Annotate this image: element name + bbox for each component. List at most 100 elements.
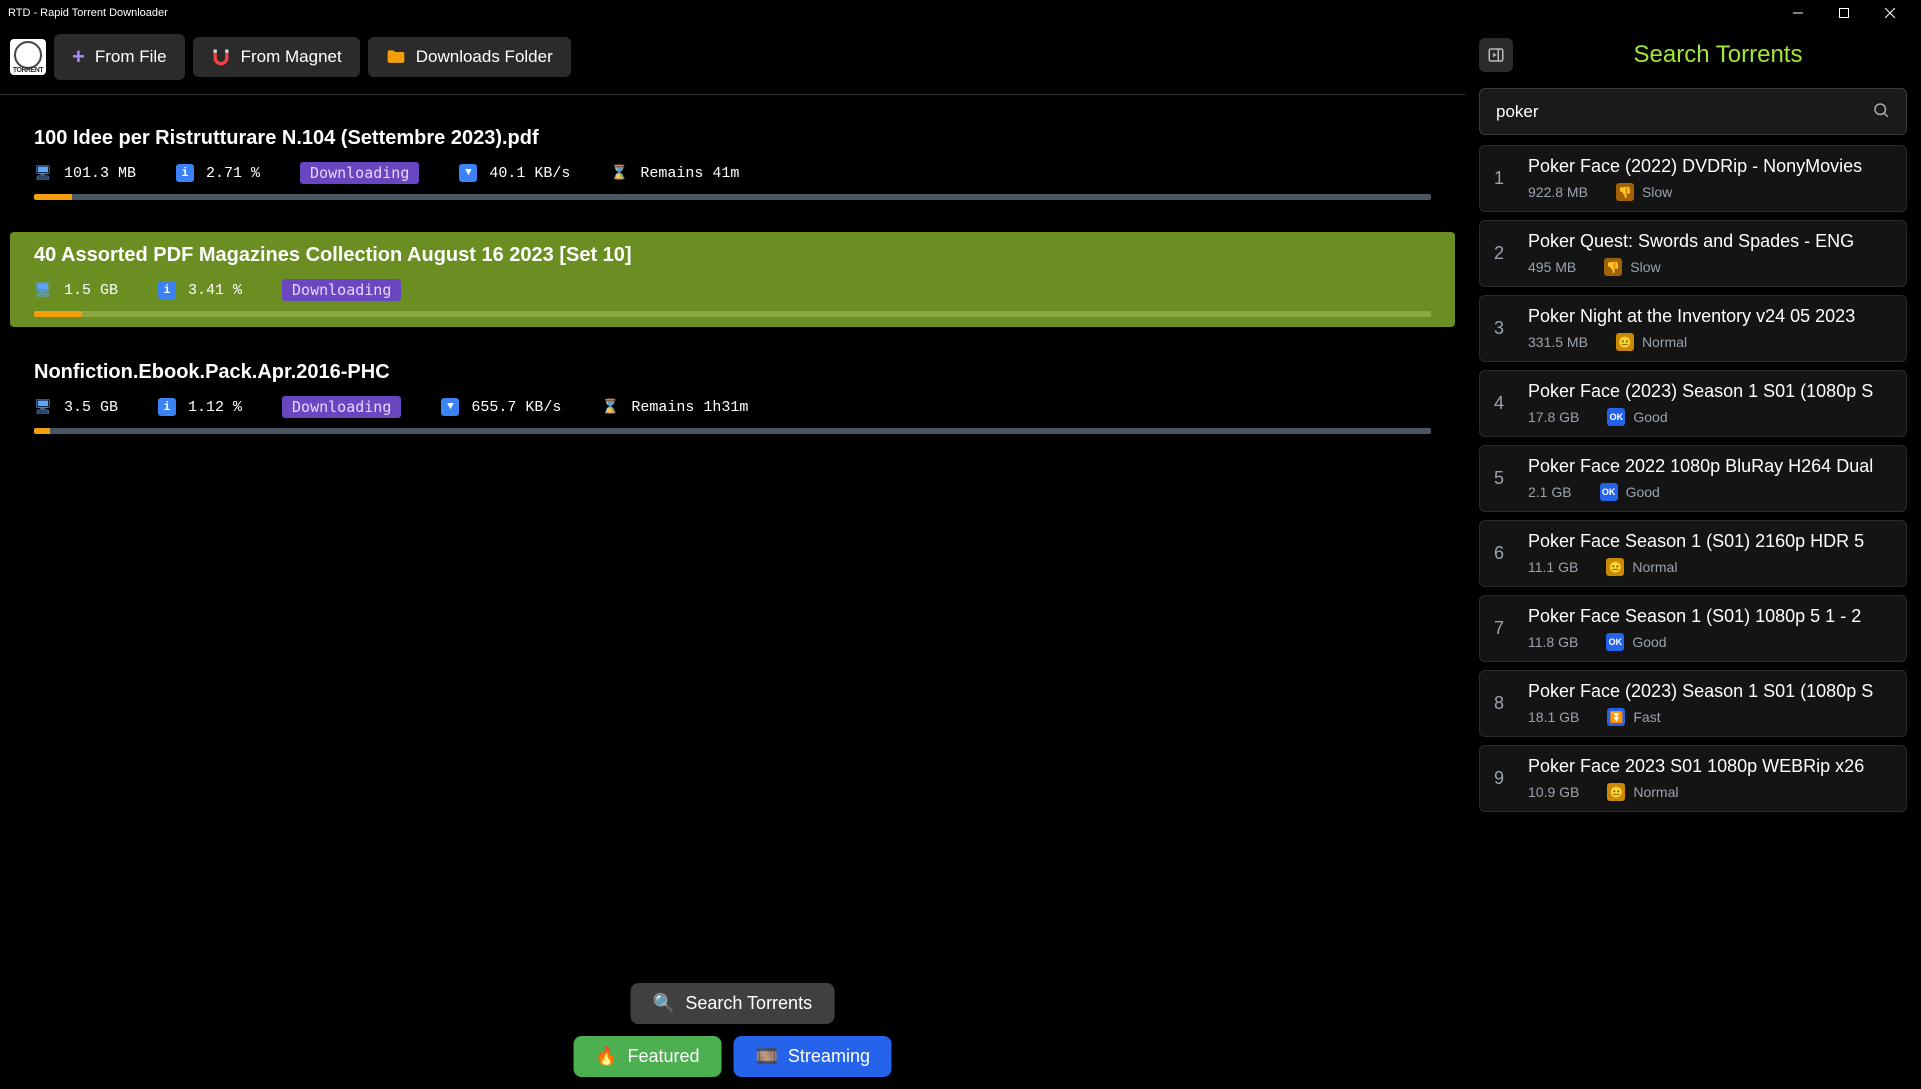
app-logo: TORRENT (10, 39, 46, 75)
featured-button[interactable]: 🔥 Featured (573, 1036, 721, 1077)
result-body: Poker Face 2022 1080p BluRay H264 Dual 2… (1528, 456, 1892, 501)
result-size: 2.1 GB (1528, 484, 1572, 500)
result-index: 6 (1494, 543, 1510, 564)
result-meta: 331.5 MB 😐 Normal (1528, 333, 1892, 351)
result-speed: ⏬ Fast (1607, 708, 1660, 726)
result-index: 1 (1494, 168, 1510, 189)
search-torrents-label: Search Torrents (685, 993, 812, 1014)
result-size: 331.5 MB (1528, 334, 1588, 350)
maximize-button[interactable] (1821, 0, 1867, 26)
result-body: Poker Face (2022) DVDRip - NonyMovies 92… (1528, 156, 1892, 201)
result-speed: 😐 Normal (1606, 558, 1677, 576)
search-torrents-button[interactable]: 🔍 Search Torrents (631, 983, 834, 1024)
result-title: Poker Face Season 1 (S01) 1080p 5 1 - 2 (1528, 606, 1892, 627)
streaming-button[interactable]: 🎞️ Streaming (734, 1036, 892, 1077)
search-results: 1 Poker Face (2022) DVDRip - NonyMovies … (1479, 145, 1907, 812)
from-file-button[interactable]: + From File (54, 34, 185, 80)
result-body: Poker Face Season 1 (S01) 2160p HDR 5 11… (1528, 531, 1892, 576)
featured-label: Featured (627, 1046, 699, 1067)
speed-icon: 👎 (1604, 258, 1622, 276)
magnet-icon (211, 47, 231, 67)
result-size: 18.1 GB (1528, 709, 1579, 725)
close-button[interactable] (1867, 0, 1913, 26)
result-body: Poker Face Season 1 (S01) 1080p 5 1 - 2 … (1528, 606, 1892, 651)
result-size: 10.9 GB (1528, 784, 1579, 800)
download-stats: 🖥 3.5 GB i 1.12 % Downloading ▼ 655.7 KB… (34, 396, 1431, 418)
disk-icon: 🖥 (34, 398, 52, 416)
download-item[interactable]: 40 Assorted PDF Magazines Collection Aug… (10, 232, 1455, 327)
from-magnet-button[interactable]: From Magnet (193, 37, 360, 77)
magnifier-icon: 🔍 (653, 993, 675, 1014)
progress-fill (34, 194, 72, 200)
result-body: Poker Quest: Swords and Spades - ENG 495… (1528, 231, 1892, 276)
collapse-panel-button[interactable] (1479, 38, 1513, 72)
folder-icon (386, 47, 406, 67)
result-speed: 👎 Slow (1604, 258, 1660, 276)
downloads-folder-button[interactable]: Downloads Folder (368, 37, 571, 77)
result-body: Poker Face (2023) Season 1 S01 (1080p S … (1528, 381, 1892, 426)
minimize-button[interactable] (1775, 0, 1821, 26)
search-result-item[interactable]: 7 Poker Face Season 1 (S01) 1080p 5 1 - … (1479, 595, 1907, 662)
download-remaining: ⌛ Remains 1h31m (601, 398, 748, 416)
result-meta: 10.9 GB 😐 Normal (1528, 783, 1892, 801)
result-index: 8 (1494, 693, 1510, 714)
download-percent: i 1.12 % (158, 398, 242, 416)
result-meta: 17.8 GB OK Good (1528, 408, 1892, 426)
result-speed: 👎 Slow (1616, 183, 1672, 201)
result-index: 7 (1494, 618, 1510, 639)
search-result-item[interactable]: 4 Poker Face (2023) Season 1 S01 (1080p … (1479, 370, 1907, 437)
speed-icon: 👎 (1616, 183, 1634, 201)
download-size: 🖥 3.5 GB (34, 398, 118, 416)
result-size: 495 MB (1528, 259, 1576, 275)
result-title: Poker Face (2023) Season 1 S01 (1080p S (1528, 381, 1892, 402)
speed-icon: OK (1600, 483, 1618, 501)
search-input[interactable] (1496, 102, 1872, 122)
search-result-item[interactable]: 1 Poker Face (2022) DVDRip - NonyMovies … (1479, 145, 1907, 212)
result-title: Poker Face Season 1 (S01) 2160p HDR 5 (1528, 531, 1892, 552)
search-box (1479, 88, 1907, 135)
download-item[interactable]: 100 Idee per Ristrutturare N.104 (Settem… (10, 115, 1455, 210)
search-submit-button[interactable] (1872, 101, 1890, 122)
search-result-item[interactable]: 5 Poker Face 2022 1080p BluRay H264 Dual… (1479, 445, 1907, 512)
result-index: 5 (1494, 468, 1510, 489)
downloads-list: 100 Idee per Ristrutturare N.104 (Settem… (0, 95, 1465, 1089)
search-result-item[interactable]: 3 Poker Night at the Inventory v24 05 20… (1479, 295, 1907, 362)
speed-icon: 😐 (1607, 783, 1625, 801)
download-percent: i 3.41 % (158, 281, 242, 299)
downloads-panel: TORRENT + From File From Magnet Download… (0, 26, 1465, 1089)
result-speed: 😐 Normal (1616, 333, 1687, 351)
download-size: 🖥 101.3 MB (34, 164, 136, 182)
result-body: Poker Face (2023) Season 1 S01 (1080p S … (1528, 681, 1892, 726)
result-body: Poker Night at the Inventory v24 05 2023… (1528, 306, 1892, 351)
result-index: 2 (1494, 243, 1510, 264)
result-meta: 18.1 GB ⏬ Fast (1528, 708, 1892, 726)
result-meta: 11.1 GB 😐 Normal (1528, 558, 1892, 576)
search-result-item[interactable]: 8 Poker Face (2023) Season 1 S01 (1080p … (1479, 670, 1907, 737)
window-controls (1775, 0, 1913, 26)
result-speed: 😐 Normal (1607, 783, 1678, 801)
result-body: Poker Face 2023 S01 1080p WEBRip x26 10.… (1528, 756, 1892, 801)
film-icon: 🎞️ (756, 1046, 778, 1067)
plus-icon: + (72, 44, 85, 70)
result-size: 11.1 GB (1528, 559, 1578, 575)
result-title: Poker Face 2022 1080p BluRay H264 Dual (1528, 456, 1892, 477)
from-file-label: From File (95, 47, 167, 67)
result-title: Poker Face 2023 S01 1080p WEBRip x26 (1528, 756, 1892, 777)
speed-icon: 😐 (1616, 333, 1634, 351)
result-meta: 495 MB 👎 Slow (1528, 258, 1892, 276)
window-title: RTD - Rapid Torrent Downloader (8, 7, 1775, 19)
search-result-item[interactable]: 9 Poker Face 2023 S01 1080p WEBRip x26 1… (1479, 745, 1907, 812)
result-index: 9 (1494, 768, 1510, 789)
streaming-label: Streaming (788, 1046, 870, 1067)
result-title: Poker Quest: Swords and Spades - ENG (1528, 231, 1892, 252)
result-meta: 922.8 MB 👎 Slow (1528, 183, 1892, 201)
search-result-item[interactable]: 6 Poker Face Season 1 (S01) 2160p HDR 5 … (1479, 520, 1907, 587)
from-magnet-label: From Magnet (241, 47, 342, 67)
search-result-item[interactable]: 2 Poker Quest: Swords and Spades - ENG 4… (1479, 220, 1907, 287)
result-title: Poker Face (2023) Season 1 S01 (1080p S (1528, 681, 1892, 702)
speed-icon: OK (1607, 408, 1625, 426)
download-item[interactable]: Nonfiction.Ebook.Pack.Apr.2016-PHC 🖥 3.5… (10, 349, 1455, 444)
toolbar: TORRENT + From File From Magnet Download… (0, 26, 1465, 95)
progress-bar (34, 311, 1431, 317)
down-arrow-icon: ▼ (459, 164, 477, 182)
